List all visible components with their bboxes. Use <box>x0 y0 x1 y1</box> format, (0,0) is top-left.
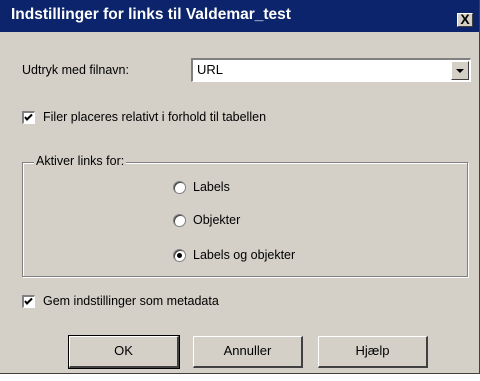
checkmark-icon <box>24 113 33 121</box>
chevron-down-icon[interactable] <box>451 61 469 80</box>
expression-value: URL <box>197 62 224 77</box>
close-icon: X <box>460 11 470 27</box>
ok-button[interactable]: OK <box>68 335 180 369</box>
relative-path-checkbox[interactable] <box>22 111 35 124</box>
radio-selected-dot <box>177 253 182 258</box>
metadata-label[interactable]: Gem indstillinger som metadata <box>43 294 219 308</box>
cancel-button[interactable]: Annuller <box>193 336 303 368</box>
expression-select[interactable]: URL <box>191 58 471 82</box>
dialog-title: Indstillinger for links til Valdemar_tes… <box>11 6 291 23</box>
radio-labels-and-objects[interactable] <box>173 249 186 262</box>
relative-path-label[interactable]: Filer placeres relativt i forhold til ta… <box>43 110 266 124</box>
expression-label: Udtryk med filnavn: <box>22 63 129 77</box>
radio-labels[interactable] <box>173 181 186 194</box>
links-group-legend: Aktiver links for: <box>34 154 127 168</box>
help-button[interactable]: Hjælp <box>318 336 428 368</box>
metadata-checkbox[interactable] <box>22 295 35 308</box>
settings-dialog: Indstillinger for links til Valdemar_tes… <box>0 0 480 374</box>
radio-objects-label[interactable]: Objekter <box>193 213 240 227</box>
radio-labels-label[interactable]: Labels <box>193 180 230 194</box>
radio-labels-and-objects-label[interactable]: Labels og objekter <box>193 248 295 262</box>
title-bar[interactable]: Indstillinger for links til Valdemar_tes… <box>0 0 479 32</box>
radio-objects[interactable] <box>173 214 186 227</box>
checkmark-icon <box>24 297 33 305</box>
close-button[interactable]: X <box>457 11 473 27</box>
